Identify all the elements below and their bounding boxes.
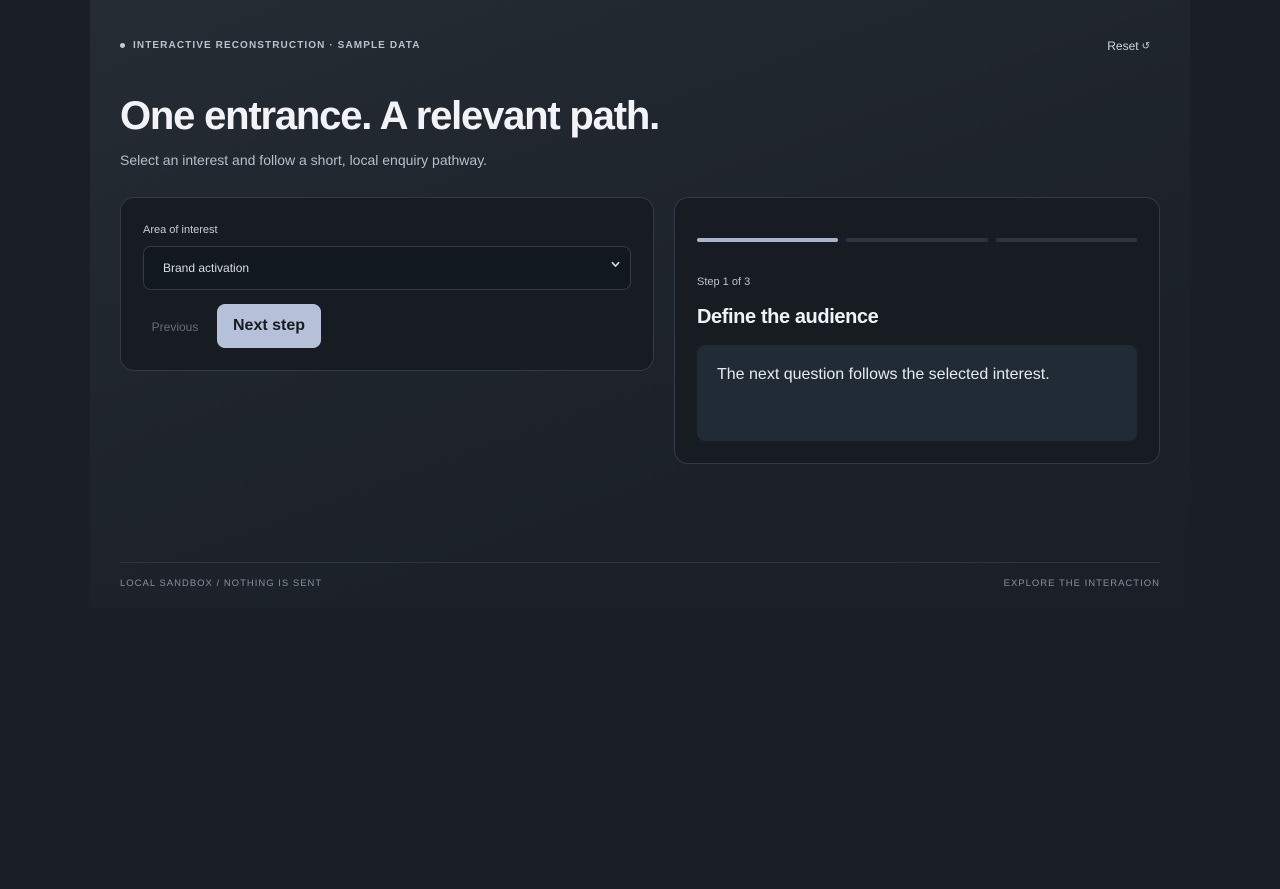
bullet-dot-icon <box>120 43 125 48</box>
interest-form-card: Area of interest Brand activation Previo… <box>120 197 654 371</box>
main-panel: INTERACTIVE RECONSTRUCTION · SAMPLE DATA… <box>90 0 1190 608</box>
step-progress <box>697 238 1137 242</box>
refresh-icon: ↺ <box>1141 40 1150 52</box>
eyebrow-text: INTERACTIVE RECONSTRUCTION · SAMPLE DATA <box>133 40 421 51</box>
next-step-button[interactable]: Next step <box>217 304 321 348</box>
footer-link: EXPLORE THE INTERACTION <box>1003 578 1160 589</box>
progress-segment-1 <box>697 238 839 242</box>
step-counter: Step 1 of 3 <box>697 276 751 288</box>
interest-select-value: Brand activation <box>163 261 250 275</box>
step-title: Define the audience <box>697 306 879 328</box>
progress-segment-3 <box>995 238 1137 242</box>
previous-button[interactable]: Previous <box>143 305 207 349</box>
question-box: The next question follows the selected i… <box>697 345 1137 441</box>
page-title: One entrance. A relevant path. <box>120 94 660 138</box>
footer-divider <box>120 562 1160 563</box>
chevron-down-icon <box>611 261 620 267</box>
top-bar: INTERACTIVE RECONSTRUCTION · SAMPLE DATA… <box>120 39 1160 56</box>
question-text: The next question follows the selected i… <box>717 366 1050 383</box>
progress-segment-2 <box>846 238 988 242</box>
reset-label: Reset <box>1107 39 1139 53</box>
interest-field-label: Area of interest <box>143 224 218 236</box>
reset-button[interactable]: Reset ↺ <box>1107 39 1150 53</box>
footer-note: LOCAL SANDBOX / NOTHING IS SENT <box>120 578 323 589</box>
page-subtitle: Select an interest and follow a short, l… <box>120 152 488 168</box>
step-card: Step 1 of 3 Define the audience The next… <box>674 197 1160 464</box>
interest-select[interactable]: Brand activation <box>143 246 631 290</box>
eyebrow: INTERACTIVE RECONSTRUCTION · SAMPLE DATA <box>120 40 421 51</box>
